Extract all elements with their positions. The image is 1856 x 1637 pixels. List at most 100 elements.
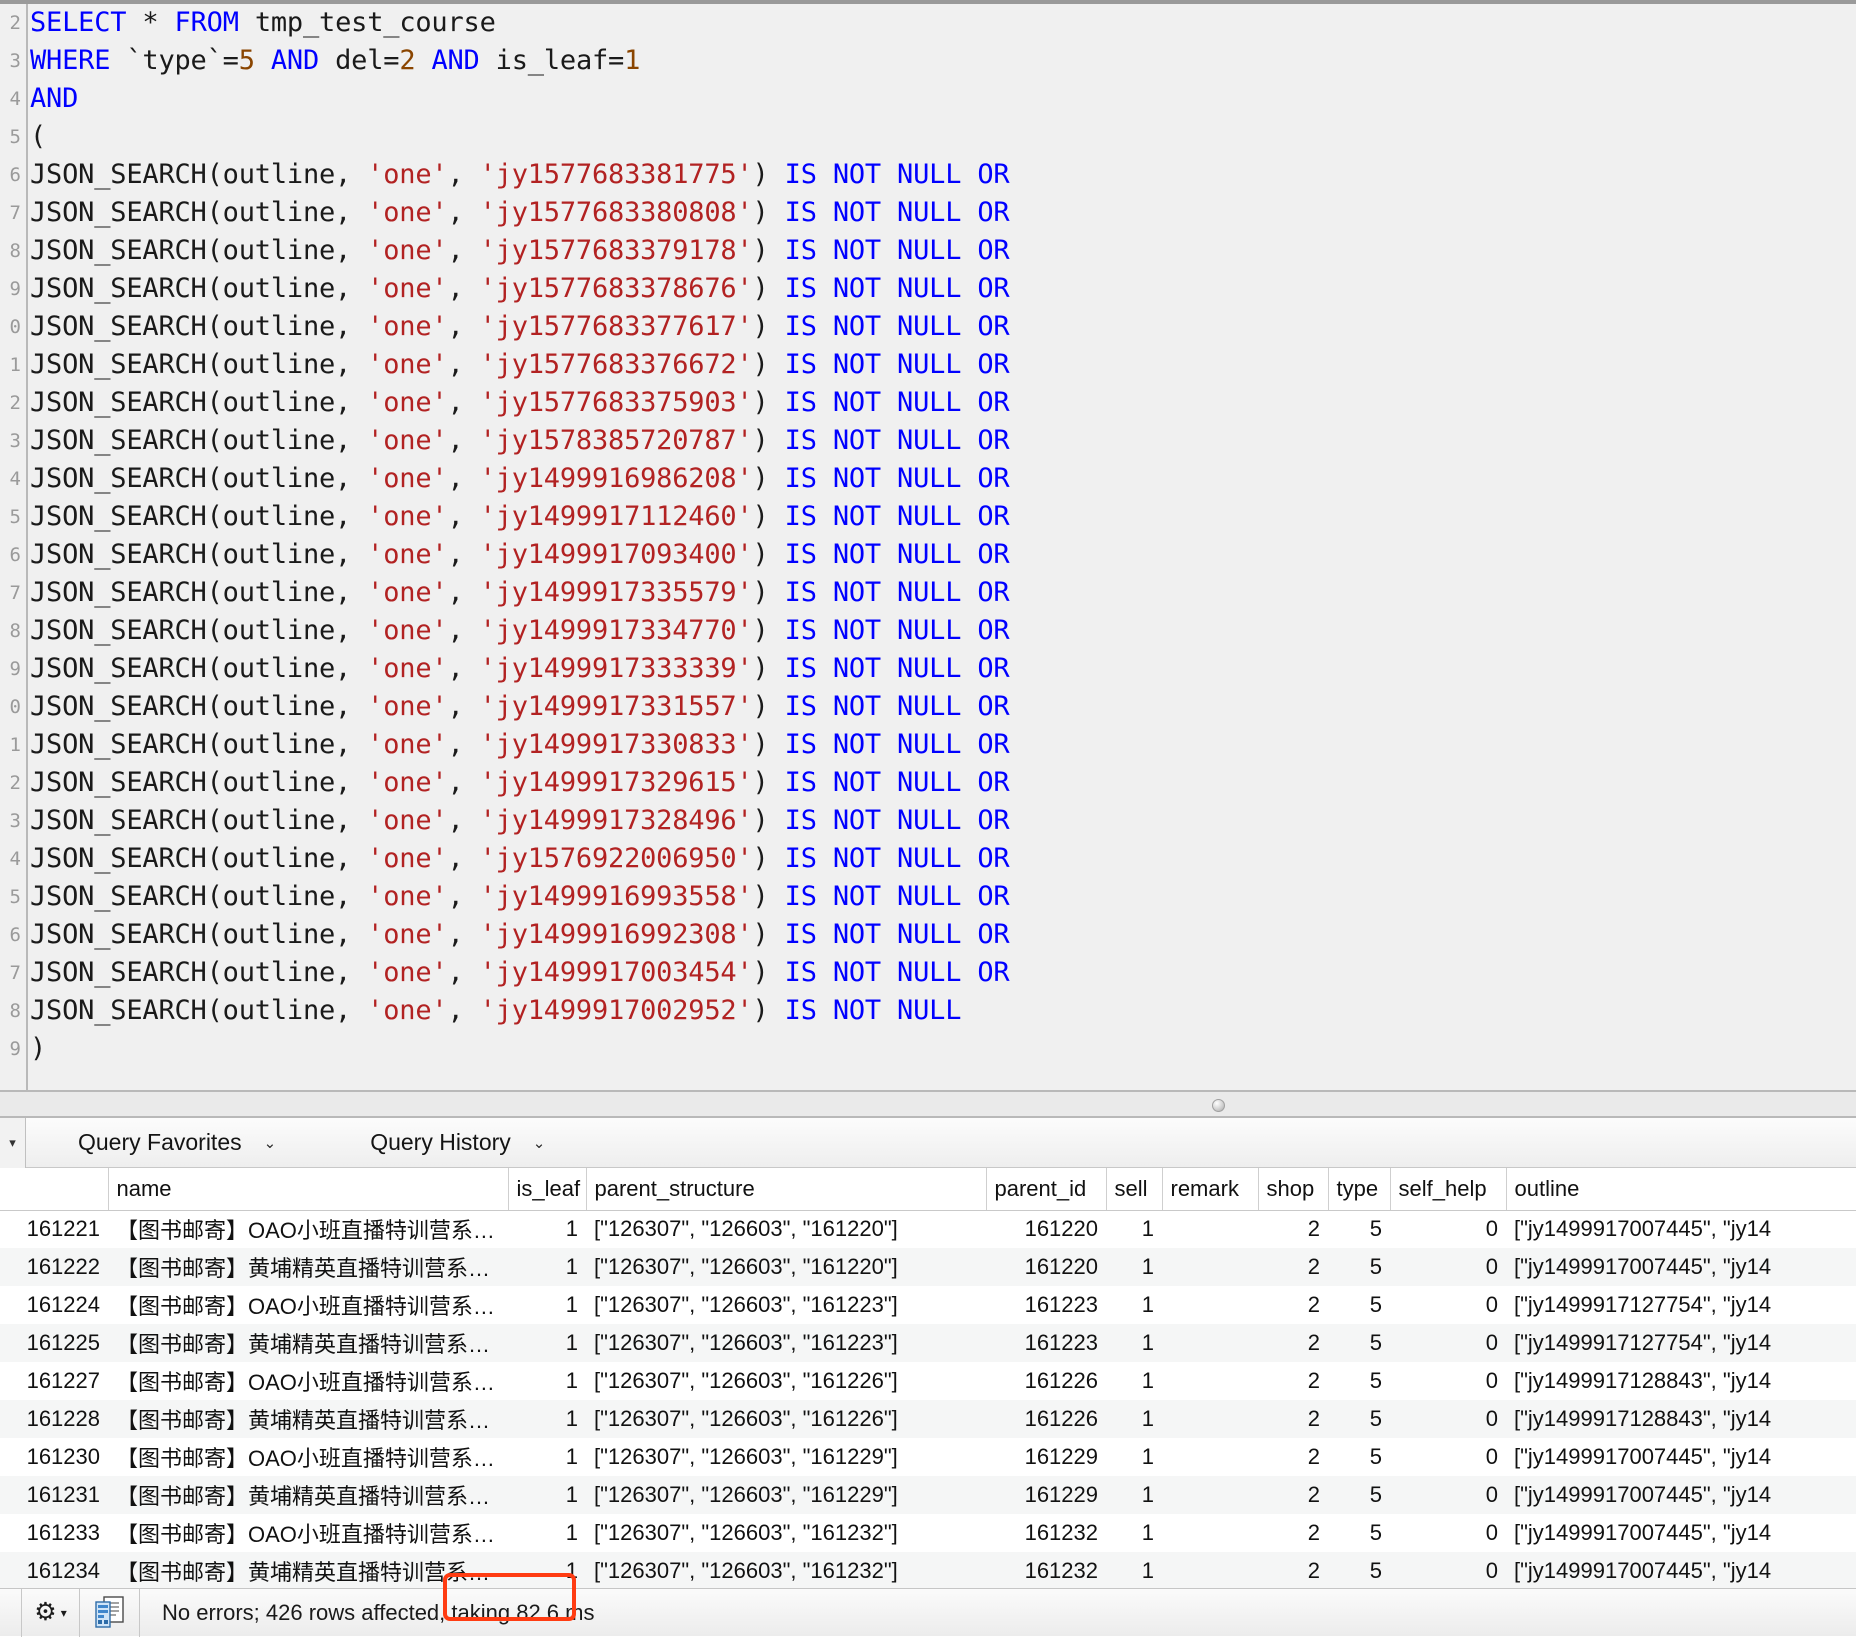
cell-parent_structure[interactable]: ["126307", "126603", "161229"] xyxy=(586,1438,986,1476)
cell-type[interactable]: 5 xyxy=(1328,1286,1390,1324)
cell-parent_structure[interactable]: ["126307", "126603", "161220"] xyxy=(586,1248,986,1286)
table-row[interactable]: 161221 【图书邮寄】OAO小班直播特训营系… 1 ["126307", "126… xyxy=(0,1210,1856,1248)
code-line[interactable]: JSON_SEARCH(outline, 'one', 'jy157768337… xyxy=(30,346,1856,384)
code-line[interactable]: WHERE `type`=5 AND del=2 AND is_leaf=1 xyxy=(30,42,1856,80)
cell-id[interactable]: 161221 xyxy=(0,1210,108,1248)
pane-splitter[interactable] xyxy=(0,1090,1856,1118)
column-header-parent_structure[interactable]: parent_structure xyxy=(586,1168,987,1211)
cell-sell[interactable]: 1 xyxy=(1106,1400,1162,1438)
cell-remark[interactable] xyxy=(1162,1514,1258,1552)
code-line[interactable]: JSON_SEARCH(outline, 'one', 'jy157768338… xyxy=(30,156,1856,194)
code-line[interactable]: JSON_SEARCH(outline, 'one', 'jy149991699… xyxy=(30,878,1856,916)
cell-parent_id[interactable]: 161229 xyxy=(986,1438,1106,1476)
code-line[interactable]: JSON_SEARCH(outline, 'one', 'jy157768337… xyxy=(30,384,1856,422)
cell-parent_id[interactable]: 161232 xyxy=(986,1514,1106,1552)
query-history-button[interactable]: Query History ⌄ xyxy=(354,1118,561,1168)
cell-parent_structure[interactable]: ["126307", "126603", "161220"] xyxy=(586,1210,986,1248)
code-line[interactable]: JSON_SEARCH(outline, 'one', 'jy149991698… xyxy=(30,460,1856,498)
cell-shop[interactable]: 2 xyxy=(1258,1514,1328,1552)
cell-outline[interactable]: ["jy1499917007445", "jy14 xyxy=(1506,1476,1856,1514)
cell-self_help[interactable]: 0 xyxy=(1390,1210,1506,1248)
cell-sell[interactable]: 1 xyxy=(1106,1476,1162,1514)
code-line[interactable]: JSON_SEARCH(outline, 'one', 'jy157768338… xyxy=(30,194,1856,232)
table-row[interactable]: 161231 【图书邮寄】黄埔精英直播特训营系… 1 ["126307", "1266… xyxy=(0,1476,1856,1514)
cell-id[interactable]: 161228 xyxy=(0,1400,108,1438)
cell-outline[interactable]: ["jy1499917007445", "jy14 xyxy=(1506,1514,1856,1552)
cell-sell[interactable]: 1 xyxy=(1106,1552,1162,1588)
column-header-outline[interactable]: outline xyxy=(1506,1168,1856,1211)
cell-name[interactable]: 【图书邮寄】黄埔精英直播特训营系… xyxy=(108,1552,508,1588)
results-grid[interactable]: name is_leaf parent_structure parent_id sell… xyxy=(0,1168,1856,1588)
cell-id[interactable]: 161224 xyxy=(0,1286,108,1324)
cell-parent_id[interactable]: 161223 xyxy=(986,1324,1106,1362)
cell-type[interactable]: 5 xyxy=(1328,1514,1390,1552)
cell-self_help[interactable]: 0 xyxy=(1390,1286,1506,1324)
cell-type[interactable]: 5 xyxy=(1328,1248,1390,1286)
sql-editor-pane[interactable]: 2 3 4 5 6 7 8 9 0 1 2 3 4 5 6 7 8 9 0 1 2 3 4 5 6 7 8 9 SELECT * FR… xyxy=(0,0,1856,1090)
cell-type[interactable]: 5 xyxy=(1328,1362,1390,1400)
code-line[interactable]: JSON_SEARCH(outline, 'one', 'jy157692200… xyxy=(30,840,1856,878)
results-table-body[interactable]: 161221 【图书邮寄】OAO小班直播特训营系… 1 ["126307", "126… xyxy=(0,1210,1856,1588)
code-line[interactable]: JSON_SEARCH(outline, 'one', 'jy149991709… xyxy=(30,536,1856,574)
cell-type[interactable]: 5 xyxy=(1328,1438,1390,1476)
cell-name[interactable]: 【图书邮寄】黄埔精英直播特训营系… xyxy=(108,1324,508,1362)
column-header-id[interactable] xyxy=(0,1168,109,1211)
cell-sell[interactable]: 1 xyxy=(1106,1362,1162,1400)
cell-is_leaf[interactable]: 1 xyxy=(508,1400,586,1438)
cell-self_help[interactable]: 0 xyxy=(1390,1324,1506,1362)
cell-id[interactable]: 161233 xyxy=(0,1514,108,1552)
cell-name[interactable]: 【图书邮寄】OAO小班直播特训营系… xyxy=(108,1438,508,1476)
code-line[interactable]: JSON_SEARCH(outline, 'one', 'jy149991733… xyxy=(30,726,1856,764)
cell-remark[interactable] xyxy=(1162,1210,1258,1248)
cell-remark[interactable] xyxy=(1162,1438,1258,1476)
cell-remark[interactable] xyxy=(1162,1286,1258,1324)
cell-self_help[interactable]: 0 xyxy=(1390,1552,1506,1588)
cell-id[interactable]: 161225 xyxy=(0,1324,108,1362)
cell-sell[interactable]: 1 xyxy=(1106,1514,1162,1552)
cell-name[interactable]: 【图书邮寄】OAO小班直播特训营系… xyxy=(108,1362,508,1400)
code-line[interactable]: JSON_SEARCH(outline, 'one', 'jy149991700… xyxy=(30,992,1856,1030)
cell-sell[interactable]: 1 xyxy=(1106,1438,1162,1476)
column-header-parent_id[interactable]: parent_id xyxy=(986,1168,1107,1211)
cell-name[interactable]: 【图书邮寄】OAO小班直播特训营系… xyxy=(108,1514,508,1552)
cell-sell[interactable]: 1 xyxy=(1106,1286,1162,1324)
column-header-shop[interactable]: shop xyxy=(1258,1168,1329,1211)
cell-is_leaf[interactable]: 1 xyxy=(508,1438,586,1476)
cell-self_help[interactable]: 0 xyxy=(1390,1362,1506,1400)
cell-outline[interactable]: ["jy1499917128843", "jy14 xyxy=(1506,1400,1856,1438)
code-line[interactable]: AND xyxy=(30,80,1856,118)
code-line[interactable]: JSON_SEARCH(outline, 'one', 'jy149991733… xyxy=(30,574,1856,612)
cell-is_leaf[interactable]: 1 xyxy=(508,1362,586,1400)
cell-outline[interactable]: ["jy1499917007445", "jy14 xyxy=(1506,1248,1856,1286)
cell-name[interactable]: 【图书邮寄】OAO小班直播特训营系… xyxy=(108,1210,508,1248)
cell-parent_id[interactable]: 161220 xyxy=(986,1210,1106,1248)
cell-sell[interactable]: 1 xyxy=(1106,1324,1162,1362)
table-row[interactable]: 161230 【图书邮寄】OAO小班直播特训营系… 1 ["126307", "126… xyxy=(0,1438,1856,1476)
cell-parent_id[interactable]: 161232 xyxy=(986,1552,1106,1588)
cell-id[interactable]: 161227 xyxy=(0,1362,108,1400)
cell-parent_structure[interactable]: ["126307", "126603", "161223"] xyxy=(586,1324,986,1362)
cell-shop[interactable]: 2 xyxy=(1258,1400,1328,1438)
column-header-sell[interactable]: sell xyxy=(1106,1168,1163,1211)
code-line[interactable]: SELECT * FROM tmp_test_course xyxy=(30,4,1856,42)
cell-type[interactable]: 5 xyxy=(1328,1552,1390,1588)
cell-shop[interactable]: 2 xyxy=(1258,1248,1328,1286)
collapse-panel-button[interactable]: ▾ xyxy=(0,1117,26,1168)
code-line[interactable]: JSON_SEARCH(outline, 'one', 'jy157768337… xyxy=(30,308,1856,346)
cell-remark[interactable] xyxy=(1162,1248,1258,1286)
cell-is_leaf[interactable]: 1 xyxy=(508,1514,586,1552)
table-row[interactable]: 161233 【图书邮寄】OAO小班直播特训营系… 1 ["126307", "126… xyxy=(0,1514,1856,1552)
query-favorites-button[interactable]: Query Favorites ⌄ xyxy=(62,1118,292,1168)
cell-self_help[interactable]: 0 xyxy=(1390,1400,1506,1438)
column-header-name[interactable]: name xyxy=(108,1168,509,1211)
cell-shop[interactable]: 2 xyxy=(1258,1210,1328,1248)
code-line[interactable]: ( xyxy=(30,118,1856,156)
code-line[interactable]: JSON_SEARCH(outline, 'one', 'jy149991733… xyxy=(30,650,1856,688)
code-line[interactable]: JSON_SEARCH(outline, 'one', 'jy157768337… xyxy=(30,232,1856,270)
code-line[interactable]: JSON_SEARCH(outline, 'one', 'jy157838572… xyxy=(30,422,1856,460)
cell-type[interactable]: 5 xyxy=(1328,1400,1390,1438)
code-line[interactable]: JSON_SEARCH(outline, 'one', 'jy149991699… xyxy=(30,916,1856,954)
table-row[interactable]: 161228 【图书邮寄】黄埔精英直播特训营系… 1 ["126307", "1266… xyxy=(0,1400,1856,1438)
column-header-type[interactable]: type xyxy=(1328,1168,1391,1211)
table-row[interactable]: 161225 【图书邮寄】黄埔精英直播特训营系… 1 ["126307", "1266… xyxy=(0,1324,1856,1362)
